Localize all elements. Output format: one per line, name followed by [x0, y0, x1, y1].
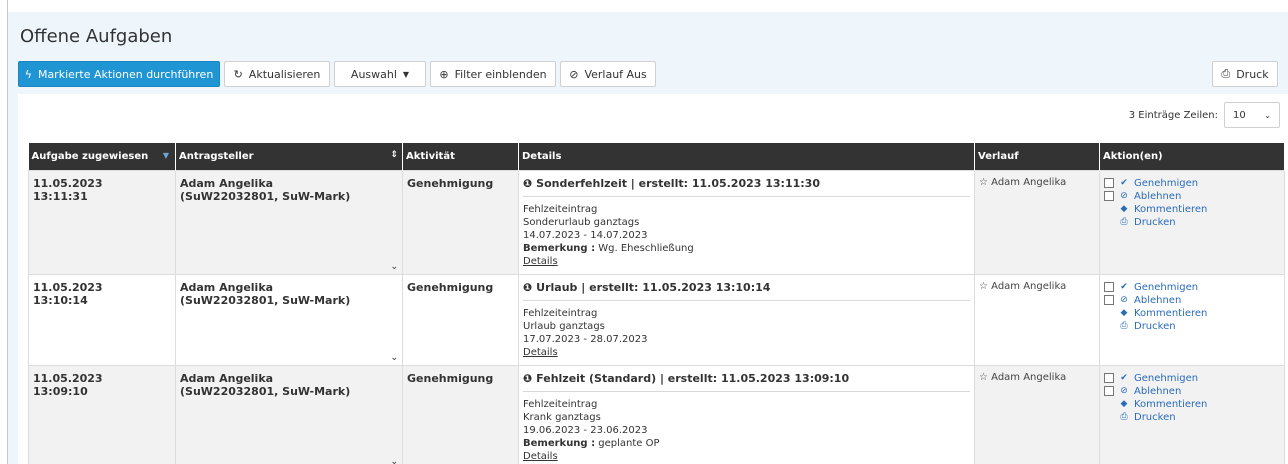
details-header: ❶ Fehlzeit (Standard) | erstellt: 11.05.…: [523, 372, 970, 392]
tag-icon: ◆: [1120, 203, 1128, 214]
refresh-button[interactable]: ↻ Aktualisieren: [224, 61, 330, 87]
table-container: 3 Einträge Zeilen: 10 ⌄ Aufgabe zugewies…: [18, 94, 1288, 464]
page-title: Offene Aufgaben: [20, 26, 173, 47]
applicant-cell: Adam Angelika (SuW22032801, SuW-Mark) ⌄: [175, 364, 403, 464]
info-icon: ❶: [523, 280, 533, 294]
expand-chevron-icon[interactable]: ⌄: [390, 353, 398, 363]
activity-cell: Genehmigung: [402, 273, 519, 366]
activity-cell: Genehmigung: [402, 364, 519, 464]
column-header-history[interactable]: Verlauf: [974, 143, 1100, 170]
main-panel: Offene Aufgaben ϟ Markierte Aktionen dur…: [8, 12, 1288, 464]
expand-chevron-icon[interactable]: ⌄: [390, 457, 398, 464]
comment-action: ◆ Kommentieren: [1104, 398, 1280, 411]
approve-checkbox[interactable]: [1104, 282, 1114, 292]
ban-icon: ⊘: [1120, 294, 1128, 305]
actions-cell: ✔ Genehmigen ⊘ Ablehnen ◆ Kommentieren ⎙…: [1099, 273, 1285, 366]
table-row: 11.05.2023 13:11:31 Adam Angelika (SuW22…: [28, 169, 1285, 275]
details-cell: ❶ Sonderfehlzeit | erstellt: 11.05.2023 …: [518, 169, 975, 275]
history-cell: ☆ Adam Angelika: [974, 169, 1100, 275]
tag-icon: ◆: [1120, 307, 1128, 318]
assigned-cell: 11.05.2023 13:10:14: [28, 273, 176, 366]
expand-chevron-icon[interactable]: ⌄: [390, 262, 398, 272]
print-icon: ⎙: [1120, 411, 1128, 422]
column-header-assigned[interactable]: Aufgabe zugewiesen ▼: [28, 143, 176, 170]
ban-icon: ⊘: [569, 67, 579, 81]
table-row: 11.05.2023 13:10:14 Adam Angelika (SuW22…: [28, 273, 1285, 366]
star-icon: ☆: [979, 176, 988, 188]
reject-action: ⊘ Ablehnen: [1104, 385, 1280, 398]
caret-down-icon: ▼: [402, 69, 410, 79]
comment-action: ◆ Kommentieren: [1104, 203, 1280, 216]
applicant-cell: Adam Angelika (SuW22032801, SuW-Mark) ⌄: [175, 169, 403, 275]
tag-icon: ◆: [1120, 398, 1128, 409]
selection-dropdown[interactable]: Auswahl ▼: [334, 61, 426, 87]
page-size-select[interactable]: 10 ⌄: [1224, 102, 1280, 128]
history-cell: ☆ Adam Angelika: [974, 364, 1100, 464]
print-button[interactable]: ⎙ Druck: [1212, 61, 1278, 87]
info-icon: ❶: [523, 371, 533, 385]
show-filter-button[interactable]: ⊕ Filter einblenden: [430, 61, 556, 87]
bolt-icon: ϟ: [24, 67, 32, 81]
print-icon: ⎙: [1120, 216, 1128, 227]
details-cell: ❶ Urlaub | erstellt: 11.05.2023 13:10:14…: [518, 273, 975, 366]
execute-marked-actions-button[interactable]: ϟ Markierte Aktionen durchführen: [18, 61, 220, 87]
toolbar: ϟ Markierte Aktionen durchführen ↻ Aktua…: [18, 61, 1288, 87]
star-icon: ☆: [979, 280, 988, 292]
approve-checkbox[interactable]: [1104, 178, 1114, 188]
table-row: 11.05.2023 13:09:10 Adam Angelika (SuW22…: [28, 364, 1285, 464]
details-header: ❶ Urlaub | erstellt: 11.05.2023 13:10:14: [523, 281, 970, 301]
search-plus-icon: ⊕: [439, 67, 449, 81]
actions-cell: ✔ Genehmigen ⊘ Ablehnen ◆ Kommentieren ⎙…: [1099, 364, 1285, 464]
column-header-actions[interactable]: Aktion(en): [1099, 143, 1285, 170]
sort-desc-icon: ▼: [162, 151, 169, 160]
check-icon: ✔: [1120, 177, 1128, 188]
print-action: ⎙ Drucken: [1104, 216, 1280, 229]
reject-action: ⊘ Ablehnen: [1104, 190, 1280, 203]
applicant-cell: Adam Angelika (SuW22032801, SuW-Mark) ⌄: [175, 273, 403, 366]
approve-action: ✔ Genehmigen: [1104, 281, 1280, 294]
approve-checkbox[interactable]: [1104, 373, 1114, 383]
remark: Bemerkung : Wg. Eheschließung: [523, 242, 694, 254]
details-cell: ❶ Fehlzeit (Standard) | erstellt: 11.05.…: [518, 364, 975, 464]
print-icon: ⎙: [1221, 67, 1231, 80]
details-header: ❶ Sonderfehlzeit | erstellt: 11.05.2023 …: [523, 177, 970, 197]
reject-checkbox[interactable]: [1104, 295, 1114, 305]
reject-checkbox[interactable]: [1104, 191, 1114, 201]
approve-action: ✔ Genehmigen: [1104, 177, 1280, 190]
history-cell: ☆ Adam Angelika: [974, 273, 1100, 366]
print-action: ⎙ Drucken: [1104, 411, 1280, 424]
refresh-icon: ↻: [233, 67, 243, 81]
reject-checkbox[interactable]: [1104, 386, 1114, 396]
check-icon: ✔: [1120, 372, 1128, 383]
tasks-table: Aufgabe zugewiesen ▼ Antragsteller ⇕ Aktiv…: [28, 143, 1285, 464]
star-icon: ☆: [979, 371, 988, 383]
column-header-applicant[interactable]: Antragsteller ⇕: [175, 143, 403, 170]
activity-cell: Genehmigung: [402, 169, 519, 275]
print-icon: ⎙: [1120, 320, 1128, 331]
table-length-control: 3 Einträge Zeilen: 10 ⌄: [1129, 102, 1280, 128]
ban-icon: ⊘: [1120, 385, 1128, 396]
approve-action: ✔ Genehmigen: [1104, 372, 1280, 385]
assigned-cell: 11.05.2023 13:09:10: [28, 364, 176, 464]
details-link[interactable]: Details: [523, 450, 970, 463]
sort-icon: ⇕: [390, 150, 398, 160]
column-header-activity[interactable]: Aktivität: [402, 143, 519, 170]
assigned-cell: 11.05.2023 13:11:31: [28, 169, 176, 275]
details-link[interactable]: Details: [523, 255, 970, 268]
chevron-down-icon: ⌄: [1264, 110, 1271, 120]
actions-cell: ✔ Genehmigen ⊘ Ablehnen ◆ Kommentieren ⎙…: [1099, 169, 1285, 275]
comment-action: ◆ Kommentieren: [1104, 307, 1280, 320]
ban-icon: ⊘: [1120, 190, 1128, 201]
details-link[interactable]: Details: [523, 346, 970, 359]
remark: Bemerkung : geplante OP: [523, 437, 660, 449]
column-header-details[interactable]: Details: [518, 143, 975, 170]
entries-count: 3 Einträge Zeilen:: [1128, 109, 1218, 121]
history-off-button[interactable]: ⊘ Verlauf Aus: [560, 61, 656, 87]
print-action: ⎙ Drucken: [1104, 320, 1280, 333]
check-icon: ✔: [1120, 281, 1128, 292]
table-header-row: Aufgabe zugewiesen ▼ Antragsteller ⇕ Aktiv…: [28, 143, 1285, 170]
reject-action: ⊘ Ablehnen: [1104, 294, 1280, 307]
info-icon: ❶: [523, 176, 533, 190]
